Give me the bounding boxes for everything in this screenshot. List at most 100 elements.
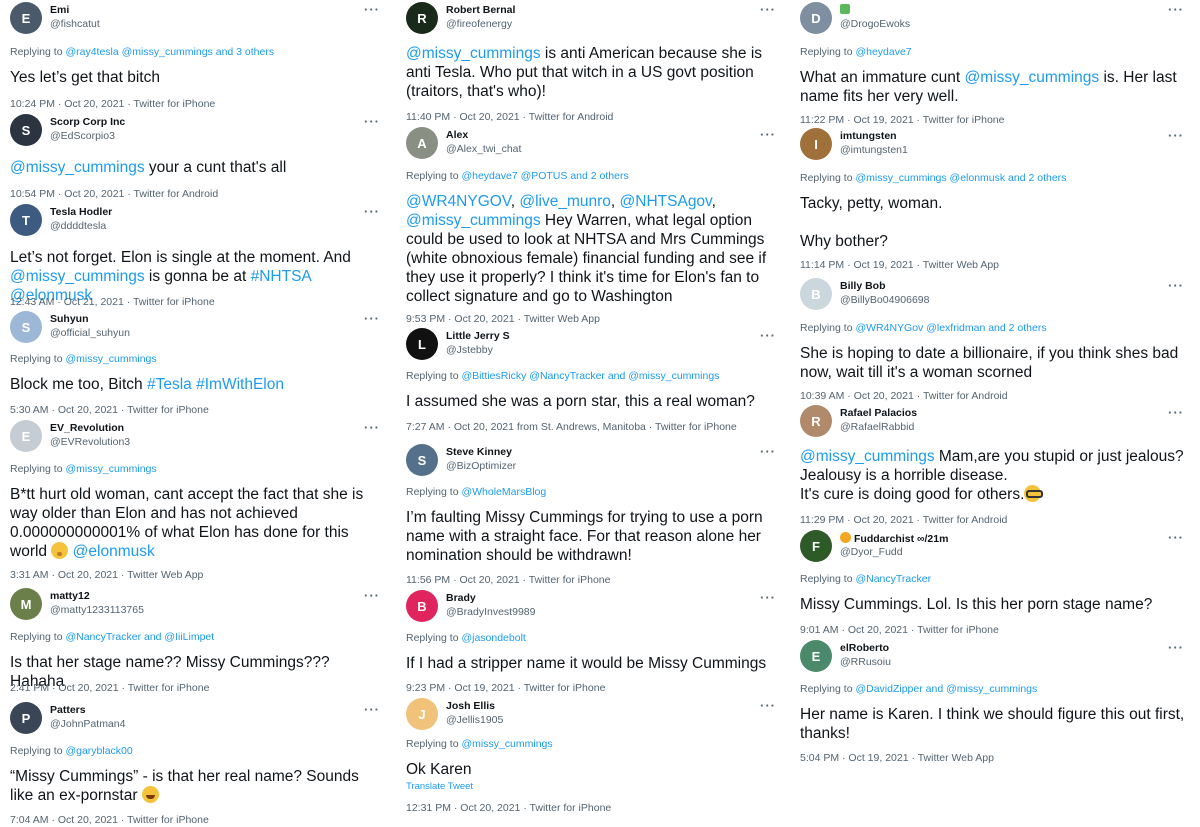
more-options-icon[interactable]: ··· (1168, 405, 1184, 420)
replying-to-users[interactable]: @missy_cummings (461, 738, 552, 750)
avatar[interactable]: E (10, 2, 42, 34)
display-name[interactable]: Tesla Hodler (50, 206, 112, 218)
tweet-timestamp[interactable]: 10:39 AM · Oct 20, 2021 · Twitter for An… (800, 390, 1192, 402)
more-options-icon[interactable]: ··· (364, 2, 380, 17)
user-handle[interactable]: @fishcatut (50, 18, 100, 30)
tweet-timestamp[interactable]: 5:30 AM · Oct 20, 2021 · Twitter for iPh… (10, 404, 388, 416)
replying-to-users[interactable]: @WR4NYGov @lexfridman and 2 others (855, 322, 1046, 334)
mention-link[interactable]: #NHTSA (251, 268, 311, 285)
tweet-timestamp[interactable]: 10:54 PM · Oct 20, 2021 · Twitter for An… (10, 188, 388, 200)
display-name[interactable]: Steve Kinney (446, 446, 512, 458)
tweet-timestamp[interactable]: 7:27 AM · Oct 20, 2021 from St. Andrews,… (406, 421, 784, 433)
display-name[interactable]: Billy Bob (840, 280, 886, 292)
user-handle[interactable]: @Jstebby (446, 344, 493, 356)
replying-to-users[interactable]: @missy_cummings (65, 353, 156, 365)
user-handle[interactable]: @Jellis1905 (446, 714, 503, 726)
tweet-timestamp[interactable]: 5:04 PM · Oct 19, 2021 · Twitter Web App (800, 752, 1192, 764)
more-options-icon[interactable]: ··· (364, 588, 380, 603)
tweet-timestamp[interactable]: 11:14 PM · Oct 19, 2021 · Twitter Web Ap… (800, 259, 1192, 271)
more-options-icon[interactable]: ··· (760, 698, 776, 713)
avatar[interactable]: J (406, 698, 438, 730)
avatar[interactable]: E (10, 420, 42, 452)
tweet-timestamp[interactable]: 3:31 AM · Oct 20, 2021 · Twitter Web App (10, 569, 388, 581)
more-options-icon[interactable]: ··· (760, 590, 776, 605)
tweet-timestamp[interactable]: 11:29 PM · Oct 20, 2021 · Twitter for An… (800, 514, 1192, 526)
mention-link[interactable]: #Tesla (147, 376, 192, 393)
avatar[interactable]: A (406, 127, 438, 159)
tweet-timestamp[interactable]: 9:23 PM · Oct 19, 2021 · Twitter for iPh… (406, 682, 784, 694)
user-handle[interactable]: @RafaelRabbid (840, 421, 914, 433)
avatar[interactable]: S (406, 444, 438, 476)
more-options-icon[interactable]: ··· (1168, 278, 1184, 293)
avatar[interactable]: R (800, 405, 832, 437)
avatar[interactable]: R (406, 2, 438, 34)
avatar[interactable]: B (406, 590, 438, 622)
tweet-timestamp[interactable]: 2:41 PM · Oct 20, 2021 · Twitter for iPh… (10, 682, 388, 694)
tweet-timestamp[interactable]: 11:56 PM · Oct 20, 2021 · Twitter for iP… (406, 574, 784, 586)
user-handle[interactable]: @EdScorpio3 (50, 130, 115, 142)
mention-link[interactable]: @missy_cummings (800, 448, 935, 465)
replying-to-users[interactable]: @WholeMarsBlog (461, 486, 546, 498)
display-name[interactable]: matty12 (50, 590, 90, 602)
mention-link[interactable]: @missy_cummings (406, 45, 541, 62)
display-name[interactable]: EV_Revolution (50, 422, 124, 434)
avatar[interactable]: L (406, 328, 438, 360)
avatar[interactable]: S (10, 311, 42, 343)
mention-link[interactable]: @NHTSAgov (620, 193, 712, 210)
display-name[interactable]: Emi (50, 4, 69, 16)
tweet-timestamp[interactable]: 11:22 PM · Oct 19, 2021 · Twitter for iP… (800, 114, 1192, 126)
mention-link[interactable]: @missy_cummings (10, 159, 145, 176)
display-name[interactable]: Scorp Corp Inc (50, 116, 125, 128)
replying-to-users[interactable]: @ray4tesla @missy_cummings and 3 others (65, 46, 274, 58)
user-handle[interactable]: @Dyor_Fudd (840, 546, 903, 558)
mention-link[interactable]: @elonmusk (73, 543, 155, 560)
more-options-icon[interactable]: ··· (760, 444, 776, 459)
display-name[interactable]: Josh Ellis (446, 700, 495, 712)
display-name[interactable]: Fuddarchist ∞/21m (840, 532, 948, 545)
more-options-icon[interactable]: ··· (760, 127, 776, 142)
avatar[interactable]: I (800, 128, 832, 160)
mention-link[interactable]: @missy_cummings (965, 69, 1100, 86)
user-handle[interactable]: @official_suhyun (50, 327, 130, 339)
replying-to-users[interactable]: @missy_cummings @elonmusk and 2 others (855, 172, 1066, 184)
replying-to-users[interactable]: @garyblack00 (65, 745, 132, 757)
display-name[interactable]: Brady (446, 592, 476, 604)
display-name[interactable] (840, 4, 853, 16)
user-handle[interactable]: @ddddtesla (50, 220, 106, 232)
replying-to-users[interactable]: @NancyTracker and @IiiLimpet (65, 631, 214, 643)
more-options-icon[interactable]: ··· (1168, 640, 1184, 655)
avatar[interactable]: D (800, 2, 832, 34)
display-name[interactable]: Alex (446, 129, 468, 141)
user-handle[interactable]: @Alex_twi_chat (446, 143, 521, 155)
avatar[interactable]: M (10, 588, 42, 620)
avatar[interactable]: E (800, 640, 832, 672)
avatar[interactable]: T (10, 204, 42, 236)
display-name[interactable]: Robert Bernal (446, 4, 515, 16)
replying-to-users[interactable]: @jasondebolt (461, 632, 525, 644)
more-options-icon[interactable]: ··· (760, 2, 776, 17)
replying-to-users[interactable]: @NancyTracker (855, 573, 931, 585)
replying-to-users[interactable]: @missy_cummings (65, 463, 156, 475)
more-options-icon[interactable]: ··· (760, 328, 776, 343)
display-name[interactable]: Little Jerry S (446, 330, 510, 342)
replying-to-users[interactable]: @heydave7 @POTUS and 2 others (461, 170, 628, 182)
replying-to-users[interactable]: @heydave7 (855, 46, 911, 58)
more-options-icon[interactable]: ··· (364, 311, 380, 326)
user-handle[interactable]: @BizOptimizer (446, 460, 516, 472)
display-name[interactable]: imtungsten (840, 130, 897, 142)
user-handle[interactable]: @imtungsten1 (840, 144, 908, 156)
user-handle[interactable]: @RRusoiu (840, 656, 891, 668)
user-handle[interactable]: @fireofenergy (446, 18, 512, 30)
avatar[interactable]: S (10, 114, 42, 146)
tweet-timestamp[interactable]: 12:43 AM · Oct 21, 2021 · Twitter for iP… (10, 296, 388, 308)
user-handle[interactable]: @BillyBo04906698 (840, 294, 929, 306)
mention-link[interactable]: @WR4NYGOV (406, 193, 511, 210)
user-handle[interactable]: @EVRevolution3 (50, 436, 130, 448)
mention-link[interactable]: @missy_cummings (406, 212, 541, 229)
replying-to-users[interactable]: @BittiesRicky @NancyTracker and @missy_c… (461, 370, 719, 382)
replying-to-users[interactable]: @DavidZipper and @missy_cummings (855, 683, 1037, 695)
user-handle[interactable]: @matty1233113765 (50, 604, 144, 616)
display-name[interactable]: Patters (50, 704, 86, 716)
mention-link[interactable]: #ImWithElon (196, 376, 284, 393)
tweet-timestamp[interactable]: 10:24 PM · Oct 20, 2021 · Twitter for iP… (10, 98, 388, 110)
